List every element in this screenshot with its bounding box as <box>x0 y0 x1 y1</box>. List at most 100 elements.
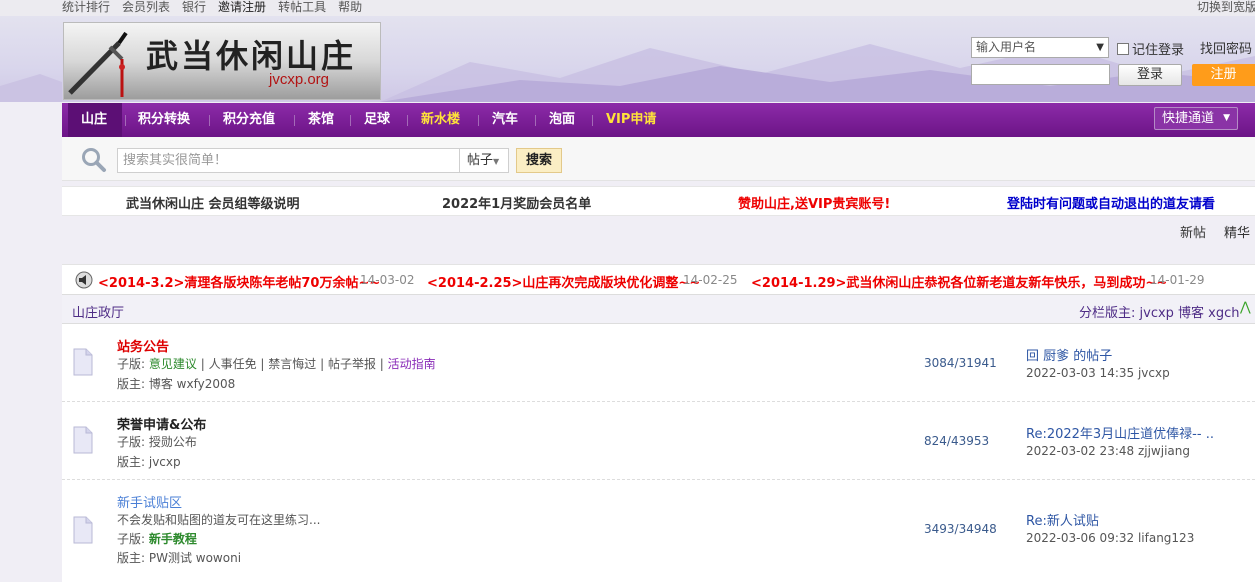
logo-url: jvcxp.org <box>269 71 330 88</box>
search-input[interactable]: 搜索其实很简单！ <box>117 148 460 173</box>
forum-moderator: 版主: jvcxp <box>117 455 181 469</box>
forum-name[interactable]: 站务公告 <box>117 336 169 355</box>
category-header: 山庄政厅 分栏版主: jvcxp 博客 xgch ⋀ <box>62 294 1255 324</box>
search-icon <box>82 148 106 172</box>
nav-divider <box>209 115 210 126</box>
notice-link-login-help[interactable]: 登陆时有问题或自动退出的道友请看 <box>1007 193 1215 212</box>
nav-item-home[interactable]: 山庄 <box>68 103 122 137</box>
notice-link-levels[interactable]: 武当休闲山庄 会员组等级说明 <box>126 193 300 212</box>
notice-link-sponsor[interactable]: 赞助山庄,送VIP贵宾账号! <box>738 193 890 212</box>
forum-list: 站务公告 子版: 意见建议 | 人事任免 | 禁言悔过 | 帖子举报 | 活动指… <box>62 324 1255 582</box>
forum-subforums: 子版: 意见建议 | 人事任免 | 禁言悔过 | 帖子举报 | 活动指南 <box>117 357 436 371</box>
nav-item-vip-apply[interactable]: VIP申请 <box>606 103 656 137</box>
announcement-item[interactable]: <2014-1.29>武当休闲山庄恭祝各位新老道友新年快乐，马到成功~~ <box>751 272 1167 291</box>
thread-filter-links: 新帖 精华 <box>1180 222 1250 241</box>
caret-down-icon: ▼ <box>1223 113 1230 123</box>
caret-down-icon: ▼ <box>493 157 500 166</box>
username-placeholder: 输入用户名 <box>976 40 1037 54</box>
forgot-password-link[interactable]: 找回密码 <box>1200 38 1252 57</box>
nav-item-points-convert[interactable]: 积分转换 <box>138 103 190 137</box>
nav-divider <box>125 115 126 126</box>
nav-item-points-recharge[interactable]: 积分充值 <box>223 103 275 137</box>
speaker-icon <box>75 271 93 289</box>
category-title[interactable]: 山庄政厅 <box>72 302 124 321</box>
last-post-info: 2022-03-02 23:48 zjjwjiang <box>1026 444 1190 458</box>
nav-divider <box>592 115 593 126</box>
announcement-item[interactable]: <2014-3.2>清理各版块陈年老帖70万余帖~~ <box>98 272 380 291</box>
search-button[interactable]: 搜索 <box>516 148 562 173</box>
last-post-info: 2022-03-06 09:32 lifang123 <box>1026 531 1195 545</box>
collapse-icon[interactable]: ⋀ <box>1240 300 1251 315</box>
subforum-prefix: 子版: <box>117 532 146 546</box>
digest-link[interactable]: 精华 <box>1224 222 1250 241</box>
forum-post-count: 3493/34948 <box>924 522 997 536</box>
site-logo[interactable]: 武当休闲山庄 jvcxp.org <box>63 22 381 100</box>
top-link-invite[interactable]: 邀请注册 <box>218 0 266 15</box>
notice-link-reward-list[interactable]: 2022年1月奖励会员名单 <box>442 193 591 212</box>
nav-divider <box>294 115 295 126</box>
last-post-info: 2022-03-03 14:35 jvcxp <box>1026 366 1170 380</box>
announcement-date: 14-03-02 <box>360 273 415 287</box>
nav-item-water-building[interactable]: 新水楼 <box>421 103 460 137</box>
nav-divider <box>350 115 351 126</box>
forum-document-icon <box>73 348 93 376</box>
subforum-link[interactable]: 禁言悔过 <box>268 357 316 371</box>
subforum-link[interactable]: 帖子举报 <box>328 357 376 371</box>
remember-login-checkbox[interactable]: 记住登录 <box>1117 39 1184 58</box>
search-type-select[interactable]: 帖子▼ <box>460 148 509 173</box>
forum-subforums[interactable]: 子版: 授勋公布 <box>117 433 197 450</box>
forum-post-count: 824/43953 <box>924 434 990 448</box>
search-bar: 搜索其实很简单！ 帖子▼ 搜索 <box>62 137 1255 181</box>
login-button[interactable]: 登录 <box>1118 64 1182 86</box>
subforum-link[interactable]: 意见建议 <box>149 357 197 371</box>
quick-access-button[interactable]: 快捷通道 ▼ <box>1154 107 1238 130</box>
username-field[interactable]: 输入用户名 ▼ <box>971 37 1109 58</box>
last-post-title[interactable]: 回 厨爹 的帖子 <box>1026 345 1112 364</box>
nav-item-teahouse[interactable]: 茶馆 <box>308 103 334 137</box>
nav-item-noodles[interactable]: 泡面 <box>549 103 575 137</box>
top-link-stats[interactable]: 统计排行 <box>62 0 110 15</box>
forum-document-icon <box>73 426 93 454</box>
top-link-help[interactable]: 帮助 <box>338 0 362 15</box>
nav-divider <box>478 115 479 126</box>
switch-width-link[interactable]: 切换到宽版 <box>1197 0 1255 15</box>
forum-name[interactable]: 荣誉申请&公布 <box>117 414 206 433</box>
forum-row: 荣誉申请&公布 子版: 授勋公布 版主: jvcxp 824/43953 Re:… <box>62 402 1255 480</box>
forum-name[interactable]: 新手试贴区 <box>117 492 182 511</box>
subforum-link[interactable]: 活动指南 <box>388 357 436 371</box>
category-moderators: 分栏版主: jvcxp 博客 xgch <box>1079 306 1240 321</box>
forum-moderator: 版主: PW测试 wowoni <box>117 551 242 565</box>
forum-row: 站务公告 子版: 意见建议 | 人事任免 | 禁言悔过 | 帖子举报 | 活动指… <box>62 324 1255 402</box>
last-post-title[interactable]: Re:2022年3月山庄道优俸禄-- .. <box>1026 423 1214 442</box>
subforum-link[interactable]: 新手教程 <box>149 532 197 546</box>
checkbox-icon[interactable] <box>1117 42 1129 55</box>
announcement-date: 14-01-29 <box>1150 273 1205 287</box>
forum-row: 新手试贴区 不会发贴和贴图的道友可在这里练习... 子版: 新手教程 版主: P… <box>62 480 1255 582</box>
search-type-label: 帖子 <box>467 153 494 168</box>
subforum-prefix: 子版: <box>117 357 146 371</box>
forum-document-icon <box>73 516 93 544</box>
notice-row: 武当休闲山庄 会员组等级说明 2022年1月奖励会员名单 赞助山庄,送VIP贵宾… <box>62 186 1255 216</box>
forum-description: 不会发贴和贴图的道友可在这里练习... <box>117 513 321 527</box>
new-posts-link[interactable]: 新帖 <box>1180 222 1206 241</box>
password-field[interactable] <box>971 64 1110 85</box>
sword-icon <box>68 31 128 97</box>
header-banner: 武当休闲山庄 jvcxp.org <box>0 16 1255 102</box>
top-link-repost-tool[interactable]: 转帖工具 <box>278 0 326 15</box>
top-links: 统计排行 会员列表 银行 邀请注册 转帖工具 帮助 <box>62 0 362 15</box>
top-link-bank[interactable]: 银行 <box>182 0 206 15</box>
subforum-link[interactable]: 人事任免 <box>209 357 257 371</box>
main-nav: 山庄 积分转换 积分充值 茶馆 足球 新水楼 汽车 泡面 VIP申请 快捷通道 … <box>62 103 1255 137</box>
quick-access-label: 快捷通道 <box>1162 111 1215 126</box>
remember-label: 记住登录 <box>1132 43 1185 58</box>
top-link-members[interactable]: 会员列表 <box>122 0 170 15</box>
nav-divider <box>535 115 536 126</box>
forum-subforums: 子版: 新手教程 <box>117 530 197 547</box>
announcement-item[interactable]: <2014-2.25>山庄再次完成版块优化调整~~ <box>427 272 700 291</box>
announcement-bar: <2014-3.2>清理各版块陈年老帖70万余帖~~ 14-03-02 <201… <box>62 264 1255 294</box>
register-button[interactable]: 注册 <box>1192 64 1255 86</box>
nav-item-football[interactable]: 足球 <box>364 103 390 137</box>
nav-item-cars[interactable]: 汽车 <box>492 103 518 137</box>
top-toolbar: 统计排行 会员列表 银行 邀请注册 转帖工具 帮助 切换到宽版 <box>0 0 1255 16</box>
last-post-title[interactable]: Re:新人试贴 <box>1026 510 1099 529</box>
